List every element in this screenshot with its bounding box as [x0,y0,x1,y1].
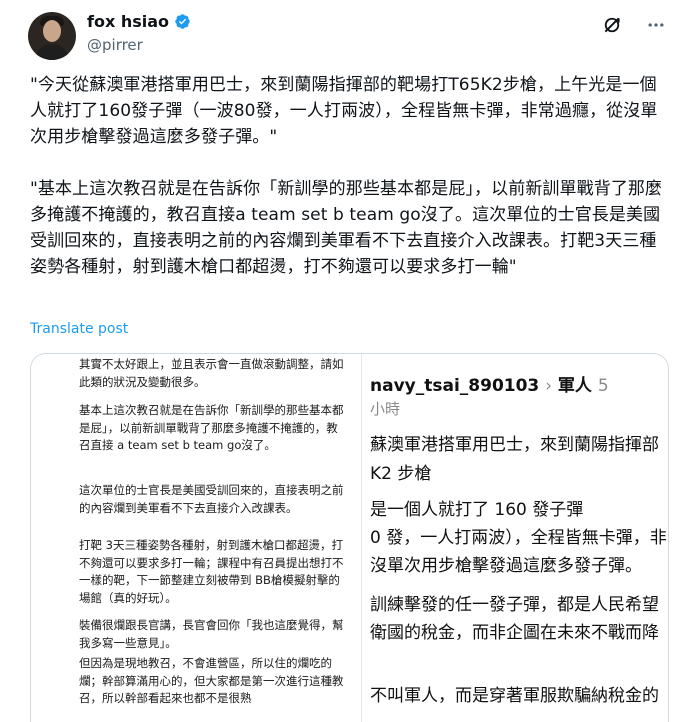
right-line: 訓練擊發的任一發子彈，都是人民希望 [370,595,659,615]
verified-badge-icon [175,14,190,29]
right-line: 0 發，一人打兩波），全程皆無卡彈，非 [370,528,667,548]
right-username: navy_tsai_890103 [370,376,540,396]
right-line: 衛國的稅金，而非企圖在未來不戰而降 [370,623,659,643]
post-media[interactable]: 其實不太好跟上，並且表示會一直做滾動調整，請如此類的狀況及變動很多。 基本上這次… [30,353,669,722]
author-name[interactable]: fox hsiao [87,12,169,31]
right-header: navy_tsai_890103 › 軍人 5 [370,371,609,396]
left-paragraph: 基本上這次教召就是在告訴你「新訓學的那些基本都是屁」，以前新訓單戰背了那麼多掩護… [79,403,344,452]
right-line: 不叫軍人，而是穿著軍服欺騙納稅金的 [370,686,659,706]
more-dots-icon [648,23,664,27]
left-paragraph: 其實不太好跟上，並且表示會一直做滾動調整，請如此類的狀況及變動很多。 [79,357,344,389]
avatar-shirt [34,44,70,60]
avatar[interactable] [28,12,76,60]
right-line: 是一個人就打了 160 發子彈 [370,500,584,520]
right-tag: 軍人 [557,376,592,396]
right-separator: › [545,376,552,396]
right-time: 小時 [370,400,401,418]
left-paragraph: 這次單位的士官長是美國受訓回來的，直接表明之前的內容爛到美軍看不下去直接介入改課… [79,483,344,515]
left-paragraph: 打靶 3天三種姿勢各種射，射到護木槍口都超燙，打不夠還可以要求多打一輪；課程中有… [79,538,344,605]
translate-post-link[interactable]: Translate post [30,321,128,337]
post-text: "今天從蘇澳軍港搭軍用巴士，來到蘭陽指揮部的靶場打T65K2步槍，上午光是一個人… [30,75,663,277]
post-actions-top [601,14,667,36]
right-line: K2 步槍 [370,464,432,484]
grok-icon[interactable] [601,14,623,36]
right-line: 蘇澳軍港搭軍用巴士，來到蘭陽指揮部 [370,435,659,455]
more-icon[interactable] [645,14,667,36]
right-line: 沒單次用步槍擊發過這麼多發子彈。 [370,556,642,576]
media-image-right[interactable]: navy_tsai_890103 › 軍人 5 小時 蘇澳軍港搭軍用巴士，來到蘭… [362,354,668,722]
grok-glyph-icon [604,17,620,33]
media-image-left[interactable]: 其實不太好跟上，並且表示會一直做滾動調整，請如此類的狀況及變動很多。 基本上這次… [31,354,362,722]
left-paragraph: 裝備很爛跟長官講，長官會回你「我也這麼覺得，幫我多寫一些意見」。 [79,618,344,650]
left-paragraph: 但因為是現地教召，不會進營區，所以住的爛吃的爛；幹部算滿用心的，但大家都是第一次… [79,656,344,705]
author-handle[interactable]: @pirrer [87,36,143,54]
right-count: 5 [597,376,609,396]
author-name-row[interactable]: fox hsiao [87,12,191,31]
avatar-face [43,20,61,42]
